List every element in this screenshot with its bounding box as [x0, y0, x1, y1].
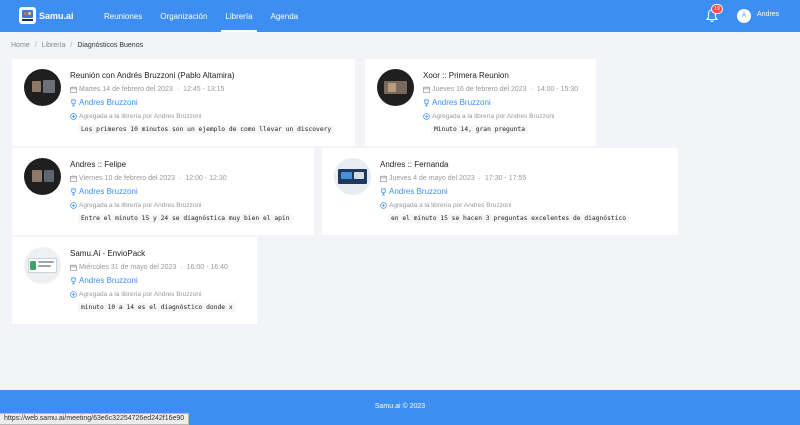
meeting-time: 14:00 - 15:30	[536, 86, 579, 93]
plus-circle-icon	[70, 202, 77, 209]
calendar-icon	[380, 175, 387, 182]
date-separator: ·	[478, 175, 481, 182]
breadcrumb-libreria[interactable]: Librería	[42, 42, 66, 49]
meeting-owner-name[interactable]: Andres Bruzzoni	[79, 187, 138, 196]
meeting-card[interactable]: Xoor :: Primera Reunion Jueves 16 de feb…	[365, 59, 596, 146]
logo-icon	[19, 7, 36, 24]
trophy-icon	[71, 277, 76, 284]
user-name[interactable]: Andres	[757, 11, 779, 18]
meeting-added-by-text: Agregada a la librería por Andres Bruzzo…	[79, 113, 202, 120]
meeting-owner-name[interactable]: Andres Bruzzoni	[432, 98, 491, 107]
meeting-added-by-text: Agregada a la librería por Andres Bruzzo…	[389, 202, 512, 209]
notification-badge: 19	[711, 4, 723, 14]
date-separator: ·	[530, 86, 533, 93]
meeting-card[interactable]: Reunión con Andrés Bruzzoni (Pablo Altam…	[12, 59, 355, 146]
meeting-added-by-text: Agregada a la librería por Andres Bruzzo…	[79, 202, 202, 209]
meeting-owner[interactable]: Andres Bruzzoni	[70, 98, 138, 107]
meeting-card[interactable]: Andres :: Felipe Viernes 10 de febrero d…	[12, 148, 314, 235]
meeting-added-by: Agregada a la librería por Andres Bruzzo…	[70, 291, 202, 298]
meeting-title[interactable]: Reunión con Andrés Bruzzoni (Pablo Altam…	[70, 71, 235, 80]
meeting-owner[interactable]: Andres Bruzzoni	[423, 98, 491, 107]
meeting-added-by-text: Agregada a la librería por Andres Bruzzo…	[79, 291, 202, 298]
app-logo[interactable]: Samu.ai	[19, 7, 74, 24]
meeting-note: en el minuto 15 se hacen 3 preguntas exc…	[388, 214, 630, 223]
meeting-thumbnail[interactable]	[24, 158, 61, 195]
calendar-icon	[70, 264, 77, 271]
meeting-time: 12:00 - 12:30	[185, 175, 227, 182]
breadcrumb: Home / Librería / Diagnósticos Buenos	[11, 42, 143, 49]
meeting-time: 12:45 - 13:15	[183, 86, 225, 93]
footer-copyright: Samu.ai © 2023	[374, 403, 426, 410]
trophy-icon	[71, 188, 76, 195]
nav-organizacion[interactable]: Organización	[156, 0, 211, 32]
meeting-date: Viernes 10 de febrero del 2023 · 12:00 -…	[70, 175, 227, 182]
calendar-icon	[423, 86, 430, 93]
meeting-title[interactable]: Andres :: Fernanda	[380, 160, 448, 169]
nav-reuniones[interactable]: Reuniones	[100, 0, 146, 32]
meeting-owner-name[interactable]: Andres Bruzzoni	[79, 276, 138, 285]
meeting-date-text: Jueves 4 de mayo del 2023	[389, 175, 475, 182]
nav-agenda[interactable]: Agenda	[267, 0, 303, 32]
meeting-owner[interactable]: Andres Bruzzoni	[380, 187, 448, 196]
meeting-owner-name[interactable]: Andres Bruzzoni	[79, 98, 138, 107]
meeting-time: 16:00 - 16:40	[186, 264, 228, 271]
meeting-note: Minuto 14, gran pregunta	[431, 125, 528, 134]
trophy-icon	[381, 188, 386, 195]
plus-circle-icon	[380, 202, 387, 209]
plus-circle-icon	[70, 113, 77, 120]
meeting-title[interactable]: Andres :: Felipe	[70, 160, 126, 169]
meeting-added-by: Agregada a la librería por Andres Bruzzo…	[380, 202, 512, 209]
date-separator: ·	[176, 86, 180, 93]
status-bar-url: https://web.samu.ai/meeting/63e6c3225472…	[0, 413, 190, 425]
nav-libreria[interactable]: Librería	[221, 0, 257, 32]
meeting-note: Entre el minuto 15 y 24 se diagnóstica m…	[78, 214, 293, 223]
meeting-added-by: Agregada a la librería por Andres Bruzzo…	[70, 202, 202, 209]
meeting-added-by-text: Agregada a la librería por Andres Bruzzo…	[432, 113, 555, 120]
breadcrumb-separator: /	[34, 42, 37, 49]
meeting-card[interactable]: Samu.Ai - EnvioPack Miércoles 31 de mayo…	[12, 237, 257, 324]
meeting-date: Miércoles 31 de mayo del 2023 · 16:00 - …	[70, 264, 228, 271]
calendar-icon	[70, 175, 77, 182]
meeting-card[interactable]: Andres :: Fernanda Jueves 4 de mayo del …	[322, 148, 678, 235]
plus-circle-icon	[70, 291, 77, 298]
meeting-owner-name[interactable]: Andres Bruzzoni	[389, 187, 448, 196]
app-name: Samu.ai	[39, 10, 74, 21]
meeting-owner[interactable]: Andres Bruzzoni	[70, 187, 138, 196]
meeting-date: Jueves 4 de mayo del 2023 · 17:30 - 17:5…	[380, 175, 526, 182]
meeting-thumbnail[interactable]	[24, 69, 61, 106]
calendar-icon	[70, 86, 77, 93]
meeting-thumbnail[interactable]	[24, 247, 61, 284]
meeting-note: minuto 10 a 14 es el diagnóstico donde x	[78, 303, 236, 312]
meeting-thumbnail[interactable]	[334, 158, 371, 195]
date-separator: ·	[180, 264, 183, 271]
meeting-added-by: Agregada a la librería por Andres Bruzzo…	[70, 113, 202, 120]
meeting-owner[interactable]: Andres Bruzzoni	[70, 276, 138, 285]
breadcrumb-separator: /	[70, 42, 73, 49]
meeting-date: Jueves 16 de febrero del 2023 · 14:00 - …	[423, 86, 578, 93]
avatar[interactable]: A	[737, 9, 751, 23]
breadcrumb-home[interactable]: Home	[11, 42, 30, 49]
meeting-date-text: Viernes 10 de febrero del 2023	[79, 175, 175, 182]
meeting-date-text: Jueves 16 de febrero del 2023	[432, 86, 527, 93]
trophy-icon	[71, 99, 76, 106]
meeting-title[interactable]: Samu.Ai - EnvioPack	[70, 249, 145, 258]
date-separator: ·	[179, 175, 182, 182]
trophy-icon	[424, 99, 429, 106]
meeting-added-by: Agregada a la librería por Andres Bruzzo…	[423, 113, 555, 120]
meeting-title[interactable]: Xoor :: Primera Reunion	[423, 71, 509, 80]
nav-links: Reuniones Organización Librería Agenda	[100, 0, 312, 32]
meeting-note: Los primeros 10 minutos son un ejemplo d…	[78, 125, 335, 134]
meeting-date-text: Miércoles 31 de mayo del 2023	[79, 264, 177, 271]
top-navbar: Samu.ai Reuniones Organización Librería …	[0, 0, 800, 32]
meeting-date-text: Martes 14 de febrero del 2023	[79, 86, 173, 93]
breadcrumb-current: Diagnósticos Buenos	[77, 42, 144, 49]
meeting-thumbnail[interactable]	[377, 69, 414, 106]
plus-circle-icon	[423, 113, 430, 120]
meeting-date: Martes 14 de febrero del 2023 · 12:45 - …	[70, 86, 224, 93]
meeting-time: 17:30 - 17:55	[484, 175, 527, 182]
